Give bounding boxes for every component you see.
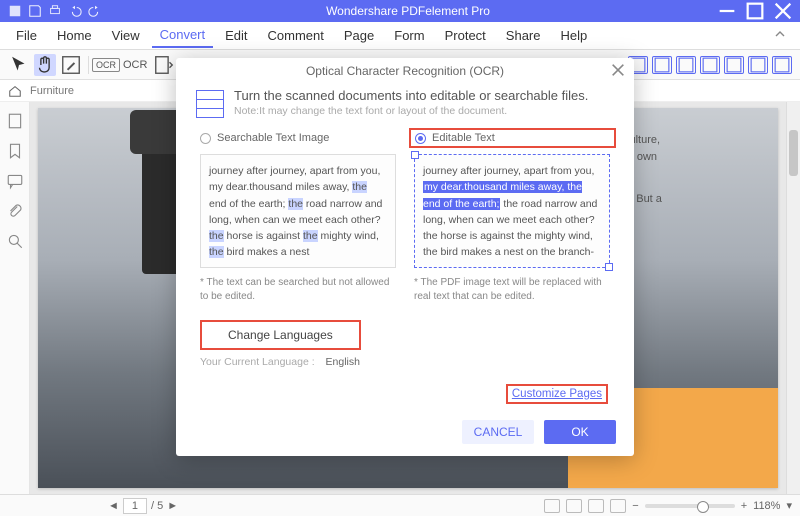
ok-button[interactable]: OK — [544, 420, 616, 444]
page-navigator: ◄ 1 / 5 ► — [108, 498, 178, 514]
convert-dropdown-icon[interactable] — [153, 54, 175, 76]
sidebar — [0, 102, 30, 494]
menu-form[interactable]: Form — [386, 24, 432, 47]
dialog-close-icon[interactable] — [610, 62, 626, 78]
zoom-slider[interactable] — [645, 504, 735, 508]
to-image-icon[interactable] — [700, 56, 720, 74]
collapse-ribbon-icon[interactable] — [768, 28, 792, 43]
zoom-value: 118% — [753, 500, 780, 512]
option-searchable-label: Searchable Text Image — [217, 132, 329, 144]
hand-tool-icon[interactable] — [34, 54, 56, 76]
print-icon[interactable] — [48, 4, 62, 18]
option-editable-label: Editable Text — [432, 132, 495, 144]
menu-file[interactable]: File — [8, 24, 45, 47]
menu-home[interactable]: Home — [49, 24, 100, 47]
note-searchable: * The text can be searched but not allow… — [200, 276, 396, 304]
home-icon[interactable] — [8, 84, 22, 98]
vertical-scrollbar[interactable] — [786, 102, 800, 494]
radio-icon — [415, 133, 426, 144]
change-languages-button[interactable]: Change Languages — [200, 320, 361, 350]
menu-share[interactable]: Share — [498, 24, 549, 47]
zoom-out-icon[interactable]: − — [632, 500, 638, 512]
to-rtf-icon[interactable] — [748, 56, 768, 74]
status-bar: ◄ 1 / 5 ► − + 118% ▾ — [0, 494, 800, 516]
prev-page-icon[interactable]: ◄ — [108, 500, 119, 512]
note-editable: * The PDF image text will be replaced wi… — [414, 276, 610, 304]
ocr-dialog: Optical Character Recognition (OCR) Turn… — [176, 58, 634, 456]
attachments-icon[interactable] — [6, 202, 24, 220]
view-continuous-icon[interactable] — [566, 499, 582, 513]
next-page-icon[interactable]: ► — [167, 500, 178, 512]
menu-edit[interactable]: Edit — [217, 24, 255, 47]
save-icon[interactable] — [28, 4, 42, 18]
current-language-value: English — [326, 356, 360, 368]
page-current-input[interactable]: 1 — [123, 498, 147, 514]
menu-protect[interactable]: Protect — [437, 24, 494, 47]
radio-icon — [200, 133, 211, 144]
ocr-icon[interactable]: OCR — [95, 54, 117, 76]
customize-pages-link[interactable]: Customize Pages — [506, 384, 608, 404]
app-title: Wondershare PDFelement Pro — [102, 4, 714, 18]
comments-icon[interactable] — [6, 172, 24, 190]
to-text-icon[interactable] — [724, 56, 744, 74]
breadcrumb-item[interactable]: Furniture — [30, 85, 74, 97]
search-panel-icon[interactable] — [6, 232, 24, 250]
menu-convert[interactable]: Convert — [152, 23, 214, 48]
view-facing-icon[interactable] — [588, 499, 604, 513]
app-icon — [8, 4, 22, 18]
ocr-label: OCR — [121, 54, 149, 76]
edit-tool-icon[interactable] — [60, 54, 82, 76]
zoom-dropdown-icon[interactable]: ▾ — [786, 499, 792, 512]
ocr-intro-icon — [196, 90, 224, 118]
cancel-button[interactable]: CANCEL — [462, 420, 534, 444]
sample-editable: journey after journey, apart from you, m… — [414, 154, 610, 268]
scrollbar-thumb[interactable] — [789, 130, 798, 176]
sample-searchable: journey after journey, apart from you, m… — [200, 154, 396, 268]
menu-page[interactable]: Page — [336, 24, 382, 47]
view-single-icon[interactable] — [544, 499, 560, 513]
close-button[interactable] — [770, 0, 796, 22]
select-tool-icon[interactable] — [8, 54, 30, 76]
to-other-icon[interactable] — [772, 56, 792, 74]
zoom-in-icon[interactable]: + — [741, 500, 747, 512]
dialog-subtext: Note:It may change the text font or layo… — [234, 105, 588, 117]
minimize-button[interactable] — [714, 0, 740, 22]
to-ppt-icon[interactable] — [676, 56, 696, 74]
view-facing-continuous-icon[interactable] — [610, 499, 626, 513]
to-excel-icon[interactable] — [652, 56, 672, 74]
menu-comment[interactable]: Comment — [260, 24, 332, 47]
current-language-label: Your Current Language : — [200, 356, 315, 368]
menu-help[interactable]: Help — [553, 24, 596, 47]
page-text: culture, ur own n. But a — [624, 132, 764, 208]
maximize-button[interactable] — [742, 0, 768, 22]
dialog-heading: Turn the scanned documents into editable… — [234, 88, 588, 103]
thumbnails-icon[interactable] — [6, 112, 24, 130]
undo-icon[interactable] — [68, 4, 82, 18]
option-editable[interactable]: Editable Text — [409, 128, 616, 148]
menu-bar: File Home View Convert Edit Comment Page… — [0, 22, 800, 50]
bookmarks-icon[interactable] — [6, 142, 24, 160]
menu-view[interactable]: View — [104, 24, 148, 47]
option-searchable[interactable]: Searchable Text Image — [200, 132, 395, 144]
redo-icon[interactable] — [88, 4, 102, 18]
dialog-title: Optical Character Recognition (OCR) — [306, 64, 504, 78]
title-bar: Wondershare PDFelement Pro — [0, 0, 800, 22]
page-total: / 5 — [151, 500, 163, 512]
